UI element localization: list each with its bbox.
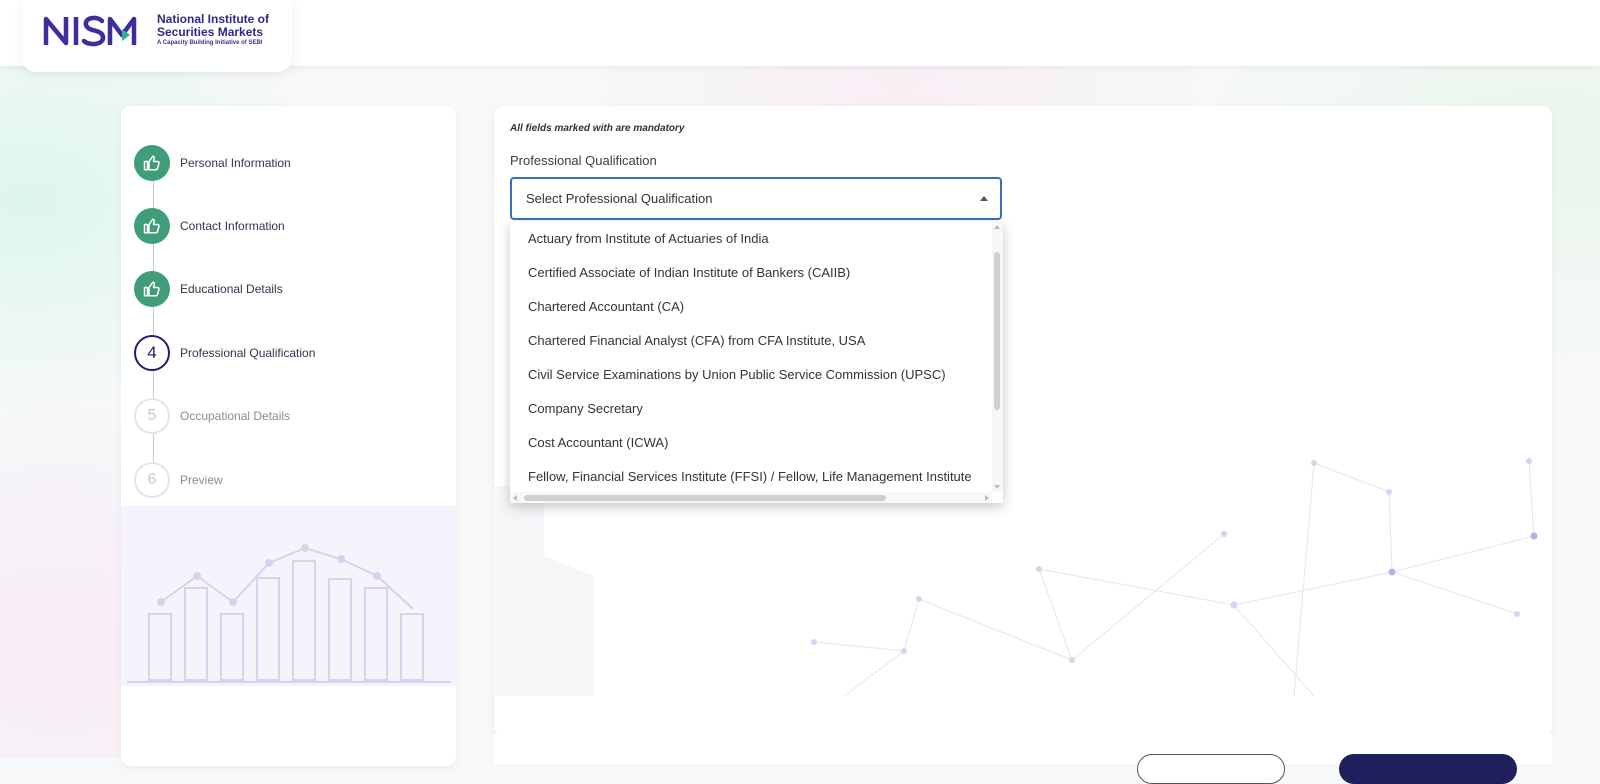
- step-label: Preview: [180, 473, 223, 487]
- step-occupational-details[interactable]: 5 Occupational Details: [134, 397, 290, 435]
- next-button[interactable]: [1339, 754, 1517, 784]
- step-personal-information[interactable]: Personal Information: [134, 144, 291, 182]
- step-number: 4: [134, 335, 170, 371]
- step-number: 5: [134, 398, 170, 434]
- caret-up-icon: [980, 196, 988, 201]
- professional-qualification-select[interactable]: Select Professional Qualification: [510, 177, 1002, 220]
- step-professional-qualification[interactable]: 4 Professional Qualification: [134, 334, 315, 372]
- scroll-up-arrow-icon[interactable]: [994, 225, 1000, 229]
- step-label: Educational Details: [180, 282, 283, 296]
- dropdown-option[interactable]: Cost Accountant (ICWA): [510, 426, 992, 460]
- dropdown-option[interactable]: Fellow, Financial Services Institute (FF…: [510, 460, 992, 492]
- dropdown-option[interactable]: Civil Service Examinations by Union Publ…: [510, 358, 992, 392]
- vertical-scrollbar[interactable]: [992, 222, 1003, 492]
- horizontal-scrollbar[interactable]: [510, 492, 992, 503]
- step-number: 6: [134, 462, 170, 498]
- nism-logo-icon: [43, 15, 137, 47]
- back-button[interactable]: [1137, 754, 1285, 784]
- dropdown-option[interactable]: Certified Associate of Indian Institute …: [510, 256, 992, 290]
- logo-card[interactable]: National Institute of Securities Markets…: [22, 0, 292, 72]
- step-label: Contact Information: [180, 219, 285, 233]
- dropdown-option[interactable]: Actuary from Institute of Actuaries of I…: [510, 222, 992, 256]
- decorative-chart-illustration: [121, 506, 456, 686]
- qualification-dropdown-list[interactable]: Actuary from Institute of Actuaries of I…: [510, 222, 1003, 503]
- mandatory-note: All fields marked with are mandatory: [510, 123, 685, 134]
- step-label: Professional Qualification: [180, 346, 316, 360]
- scroll-left-arrow-icon[interactable]: [513, 495, 517, 501]
- dropdown-options: Actuary from Institute of Actuaries of I…: [510, 222, 992, 492]
- stepper-panel: Personal Information Contact Information…: [121, 106, 456, 766]
- thumbs-up-icon: [134, 145, 170, 181]
- step-label: Occupational Details: [180, 409, 291, 423]
- dropdown-option[interactable]: Chartered Financial Analyst (CFA) from C…: [510, 324, 992, 358]
- step-educational-details[interactable]: Educational Details: [134, 270, 283, 308]
- select-value: Select Professional Qualification: [526, 191, 713, 206]
- dropdown-option[interactable]: Company Secretary: [510, 392, 992, 426]
- step-contact-information[interactable]: Contact Information: [134, 207, 285, 245]
- logo-tagline: A Capacity Building Initiative of SEBI: [157, 40, 263, 46]
- horizontal-scroll-thumb[interactable]: [524, 495, 886, 501]
- logo-text: National Institute of Securities Markets…: [157, 13, 269, 48]
- professional-qualification-label: Professional Qualification: [510, 153, 657, 168]
- vertical-scroll-thumb[interactable]: [994, 252, 1000, 410]
- step-label: Personal Information: [180, 156, 291, 170]
- step-preview[interactable]: 6 Preview: [134, 461, 223, 499]
- thumbs-up-icon: [134, 208, 170, 244]
- scroll-right-arrow-icon[interactable]: [985, 495, 989, 501]
- scroll-down-arrow-icon[interactable]: [994, 485, 1000, 489]
- dropdown-option[interactable]: Chartered Accountant (CA): [510, 290, 992, 324]
- thumbs-up-icon: [134, 271, 170, 307]
- logo-line2: Securities Markets: [157, 25, 264, 39]
